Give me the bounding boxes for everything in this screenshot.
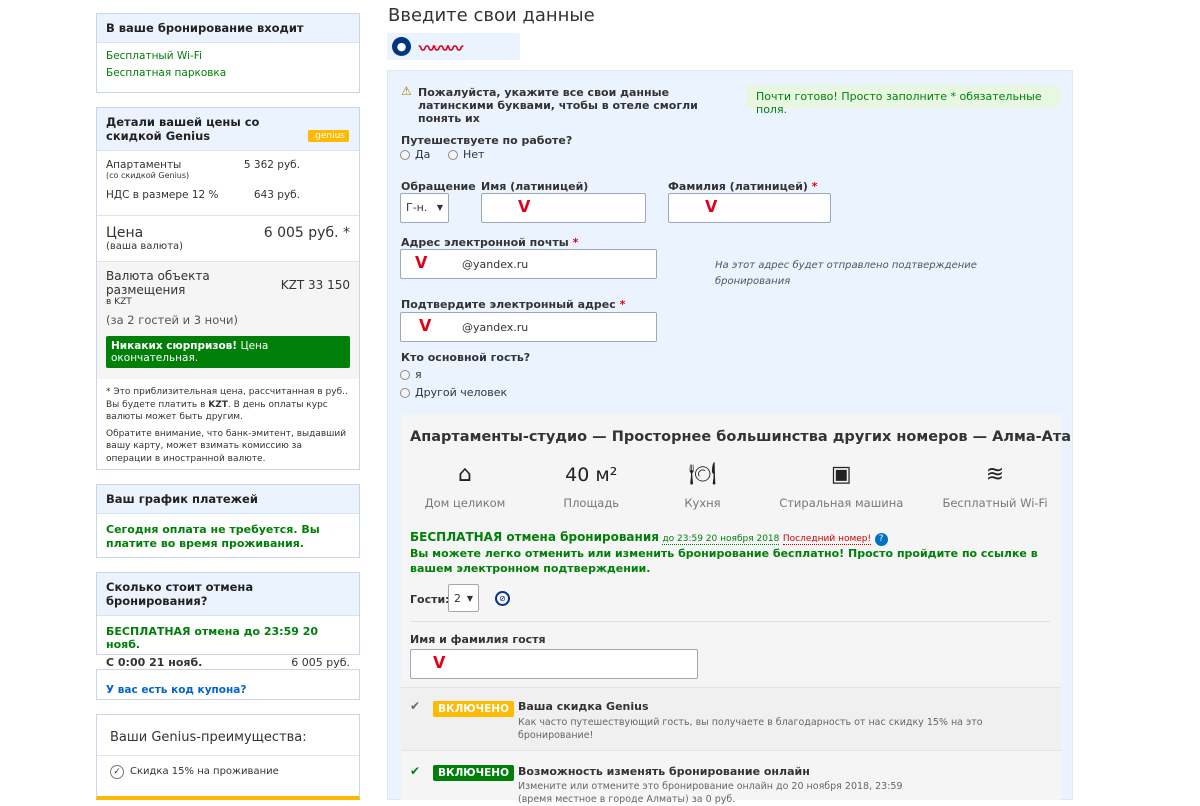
main-guest-me[interactable]: я	[400, 368, 422, 381]
salutation-select[interactable]: Г-н. ▼	[400, 193, 449, 223]
business-no-radio[interactable]	[448, 150, 458, 160]
total-value: 6 005 руб. *	[263, 225, 350, 241]
email-confirm-input[interactable]: ᐯ @yandex.ru	[400, 312, 657, 342]
cancel-title: Сколько стоит отмена бронирования?	[97, 573, 359, 616]
main-guest-other-radio[interactable]	[400, 388, 410, 398]
cancel-from-value: 6 005 руб.	[291, 656, 350, 669]
user-icon: ●	[392, 37, 411, 56]
last-name-input[interactable]: ᐯ	[668, 193, 831, 223]
currency-note: в KZT	[106, 297, 132, 307]
free-cancel-date: до 23:59 20 ноября 2018	[662, 534, 780, 545]
currency-value: KZT 33 150	[280, 278, 350, 292]
area-icon: 40 м²	[565, 464, 618, 486]
change-included-badge: ВКЛЮЧЕНО	[433, 765, 515, 781]
coupon-link[interactable]: У вас есть код купона?	[106, 684, 246, 696]
cancel-free-text: БЕСПЛАТНАЯ отмена до 23:59 20 нояб.	[106, 625, 319, 651]
no-surprises-bold: Никаких сюрпризов!	[111, 340, 238, 352]
main-guest-me-radio[interactable]	[400, 370, 410, 380]
kitchen-icon: 🍽	[688, 462, 717, 487]
guests-nights: (за 2 гостей и 3 ночи)	[106, 313, 238, 327]
warning-icon: ⚠	[401, 84, 412, 98]
genius-discount-title: Ваша скидка Genius	[518, 700, 649, 713]
info-icon[interactable]: ?	[874, 533, 888, 546]
room-features: ⌂ Дом целиком 40 м² Площадь 🍽 Кухня ▣ Стирал…	[410, 462, 1050, 510]
salutation-label: Обращение	[401, 180, 476, 193]
email-label: Адрес электронной почты *	[401, 236, 579, 249]
total-note: (ваша валюта)	[106, 241, 184, 252]
apartments-label: Апартаменты	[106, 159, 182, 171]
guest-name-label: Имя и фамилия гостя	[410, 633, 546, 646]
chevron-down-icon: ▼	[436, 203, 443, 212]
first-name-label: Имя (латиницей)	[481, 180, 589, 193]
guests-label: Гости:	[410, 593, 450, 606]
divider	[410, 621, 1050, 622]
vat-value: 643 руб.	[253, 189, 300, 201]
last-name-label: Фамилия (латиницей) *	[668, 180, 818, 193]
genius-included-badge: ВКЛЮЧЕНО	[433, 701, 515, 717]
currency-note-2: Обратите внимание, что банк-эмитент, выд…	[106, 428, 347, 464]
includes-wifi: Бесплатный Wi-Fi	[106, 50, 202, 62]
business-question: Путешествуете по работе?	[401, 134, 573, 147]
washing-machine-icon: ▣	[830, 462, 852, 487]
change-text: Измените или отмените это бронирование о…	[518, 781, 903, 805]
business-yes-radio[interactable]	[400, 150, 410, 160]
payments-card: Ваш график платежей Сегодня оплата не тр…	[96, 484, 360, 558]
price-card: Детали вашей цены со скидкой Genius .gen…	[96, 107, 360, 470]
feature-area: 40 м² Площадь	[556, 462, 626, 510]
includes-card: В ваше бронирование входит Бесплатный Wi…	[96, 13, 360, 93]
total-label: Цена	[106, 225, 144, 241]
almost-done-banner: Почти готово! Просто заполните * обязате…	[746, 85, 1059, 116]
genius-title: Ваши Genius-преимущества:	[97, 715, 359, 756]
genius-discount-text: Как часто путешествующий гость, вы получ…	[518, 717, 983, 741]
guests-select[interactable]: 2 ▼	[448, 584, 479, 612]
genius-check-icon[interactable]: ✔	[410, 699, 420, 713]
chevron-down-icon: ▼	[466, 594, 473, 603]
email-confirm-label: Подтвердите электронный адрес *	[401, 298, 626, 311]
payments-title: Ваш график платежей	[97, 485, 359, 514]
includes-title: В ваше бронирование входит	[97, 14, 359, 43]
feature-washer: ▣ Стиральная машина	[779, 462, 904, 510]
email-note: На этот адрес будет отправлено подтвержд…	[715, 260, 977, 287]
room-title: Апартаменты-студио — Просторнее большинс…	[410, 429, 1072, 445]
change-title: Возможность изменять бронирование онлайн	[518, 765, 810, 778]
feature-house: ⌂ Дом целиком	[410, 462, 520, 510]
payments-text: Сегодня оплата не требуется. Вы платите …	[106, 523, 320, 550]
apartments-note: (со скидкой Genius)	[106, 171, 190, 180]
free-cancel-line: БЕСПЛАТНАЯ отмена бронирования до 23:59 …	[410, 530, 888, 546]
user-name-scribble: 〰〰〰	[419, 39, 463, 58]
warning-text: Пожалуйста, укажите все свои данные лати…	[418, 86, 698, 125]
wifi-icon: ≋	[985, 462, 1005, 487]
cancel-from-label: С 0:00 21 нояб.	[106, 656, 203, 669]
change-check-icon[interactable]: ✔	[410, 764, 420, 778]
feature-kitchen: 🍽 Кухня	[663, 462, 743, 510]
cancel-card: Сколько стоит отмена бронирования? БЕСПЛ…	[96, 572, 360, 669]
genius-item: Скидка 15% на проживание	[130, 766, 279, 777]
no-smoking-icon: ⊘	[495, 591, 510, 606]
feature-wifi: ≋ Бесплатный Wi-Fi	[940, 462, 1050, 510]
business-no[interactable]: Нет	[448, 148, 484, 161]
coupon-card: У вас есть код купона?	[96, 669, 360, 700]
currency-label: Валюта объекта размещения	[106, 269, 210, 297]
genius-badge: .genius	[308, 130, 349, 142]
main-guest-other[interactable]: Другой человек	[400, 386, 507, 399]
first-name-input[interactable]: ᐯ	[481, 193, 646, 223]
email-input[interactable]: ᐯ @yandex.ru	[400, 249, 657, 279]
business-yes[interactable]: Да	[400, 148, 430, 161]
no-surprises-banner: Никаких сюрпризов! Цена окончательная.	[106, 336, 350, 368]
page-title: Введите свои данные	[388, 5, 595, 26]
includes-parking: Бесплатная парковка	[106, 67, 227, 79]
last-room-badge: Последний номер!	[782, 534, 872, 545]
apartments-value: 5 362 руб.	[243, 159, 300, 171]
free-cancel-text: Вы можете легко отменить или изменить бр…	[410, 547, 1038, 575]
user-chip: ● 〰〰〰	[387, 33, 520, 60]
house-icon: ⌂	[458, 462, 472, 487]
free-cancel-title: БЕСПЛАТНАЯ отмена бронирования	[410, 530, 659, 544]
check-circle-icon: ✓	[110, 765, 124, 779]
main-guest-question: Кто основной гость?	[401, 351, 531, 364]
guest-name-input[interactable]: ᐯ	[410, 649, 698, 679]
vat-label: НДС в размере 12 %	[106, 189, 219, 201]
genius-card: Ваши Genius-преимущества: ✓ Скидка 15% на…	[96, 714, 360, 800]
currency-note-1: * Это приблизительная цена, рассчитанная…	[106, 387, 348, 422]
